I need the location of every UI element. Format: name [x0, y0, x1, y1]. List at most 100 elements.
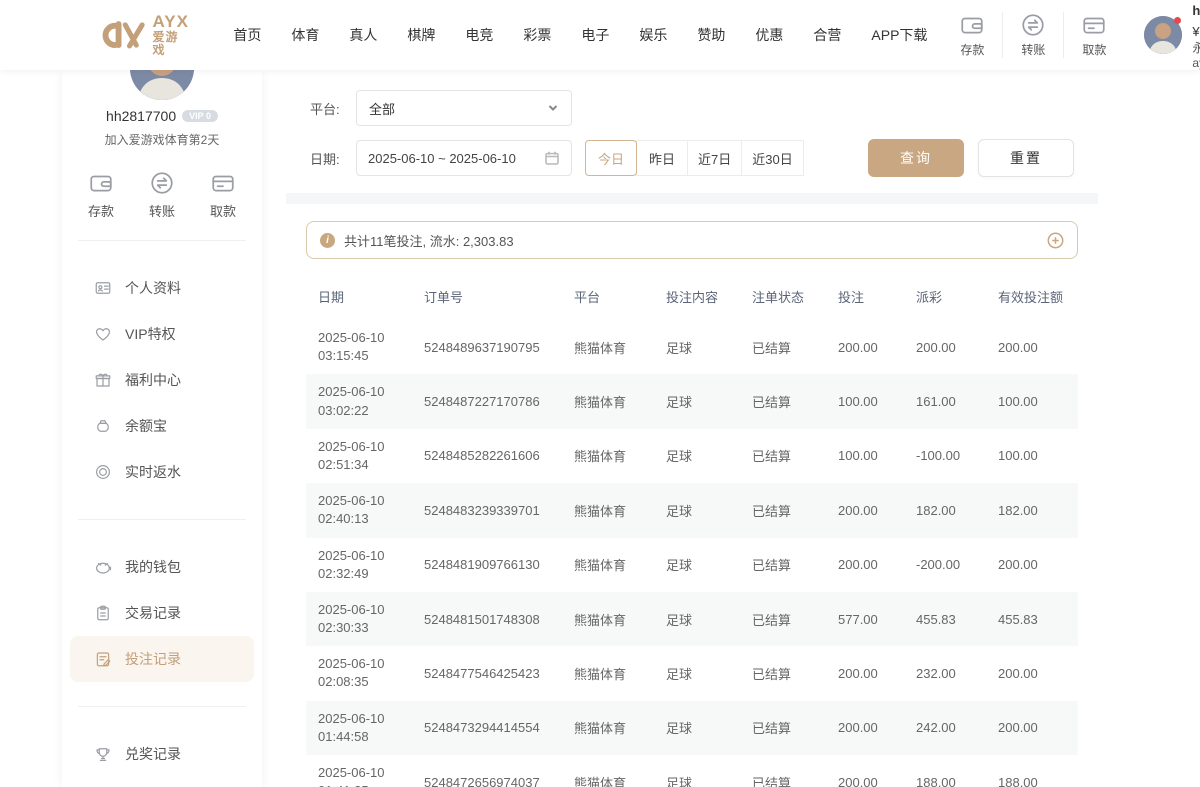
withdraw-action[interactable]: 取款	[210, 170, 236, 220]
platform-select[interactable]: 全部	[356, 90, 572, 126]
sidebar-item-vip[interactable]: VIP特权	[70, 311, 254, 357]
cell-status: 已结算	[740, 755, 826, 787]
sidebar-item-message[interactable]: 消息中心9	[70, 777, 254, 787]
cell-content: 足球	[654, 320, 740, 374]
table-row: 2025-06-1002:40:135248483239339701熊猫体育足球…	[306, 483, 1078, 537]
cell-bet: 200.00	[826, 646, 904, 700]
expand-icon[interactable]	[1047, 232, 1064, 249]
bet-record-icon	[94, 650, 112, 668]
column-header: 有效投注额	[986, 273, 1078, 320]
cell-payout: 455.83	[904, 592, 986, 646]
sidebar-item-transaction[interactable]: 交易记录	[70, 590, 254, 636]
quick-date-button[interactable]: 近30日	[741, 140, 803, 176]
transfer-icon	[149, 170, 175, 196]
cell-content: 足球	[654, 429, 740, 483]
withdraw-action[interactable]: 取款	[1063, 12, 1124, 58]
column-header: 投注内容	[654, 273, 740, 320]
action-label: 取款	[1082, 41, 1106, 58]
cell-date: 2025-06-1003:15:45	[306, 320, 412, 374]
nav-item[interactable]: 娱乐	[624, 25, 682, 45]
cell-platform: 熊猫体育	[562, 483, 654, 537]
cell-status: 已结算	[740, 429, 826, 483]
balance: ¥0.00	[1192, 24, 1200, 40]
sidebar-item-profile[interactable]: 个人资料	[70, 265, 254, 311]
reset-button[interactable]: 重置	[978, 139, 1074, 177]
table-row: 2025-06-1002:30:335248481501748308熊猫体育足球…	[306, 592, 1078, 646]
nav-item[interactable]: 优惠	[740, 25, 798, 45]
cell-status: 已结算	[740, 538, 826, 592]
nav-item[interactable]: APP下载	[856, 25, 942, 45]
cell-valid: 200.00	[986, 320, 1078, 374]
transfer-action[interactable]: 转账	[1002, 12, 1063, 58]
divider	[78, 706, 246, 707]
nav-item[interactable]: 彩票	[508, 25, 566, 45]
cell-status: 已结算	[740, 701, 826, 755]
brand-logo[interactable]: AYX 爱游戏	[95, 13, 190, 56]
summary-text: 共计11笔投注, 流水: 2,303.83	[344, 231, 514, 250]
quick-date-button[interactable]: 近7日	[687, 140, 742, 176]
sidebar-item-label: VIP特权	[125, 324, 176, 344]
column-header: 注单状态	[740, 273, 826, 320]
cell-payout: 188.00	[904, 755, 986, 787]
quick-date-button[interactable]: 昨日	[636, 140, 688, 176]
sidebar-item-label: 实时返水	[125, 462, 181, 482]
search-button[interactable]: 查询	[868, 139, 964, 177]
nav-item[interactable]: 体育	[276, 25, 334, 45]
sidebar-item-prize[interactable]: 兑奖记录	[70, 731, 254, 777]
cell-bet: 577.00	[826, 592, 904, 646]
deposit-action[interactable]: 存款	[88, 170, 114, 220]
nav-item[interactable]: 电竞	[450, 25, 508, 45]
table-row: 2025-06-1001:44:585248473294414554熊猫体育足球…	[306, 701, 1078, 755]
cell-bet: 100.00	[826, 374, 904, 428]
cell-bet: 200.00	[826, 755, 904, 787]
nav-item[interactable]: 电子	[566, 25, 624, 45]
cell-valid: 455.83	[986, 592, 1078, 646]
chevron-down-icon	[547, 102, 559, 114]
table-row: 2025-06-1003:02:225248487227170786熊猫体育足球…	[306, 374, 1078, 428]
notification-dot	[1174, 17, 1181, 24]
sidebar-item-welfare[interactable]: 福利中心	[70, 357, 254, 403]
date-range-input[interactable]: 2025-06-10 ~ 2025-06-10	[356, 140, 572, 176]
nav-item[interactable]: 真人	[334, 25, 392, 45]
sidebar-item-rebate[interactable]: 实时返水	[70, 449, 254, 495]
cell-valid: 200.00	[986, 646, 1078, 700]
cell-platform: 熊猫体育	[562, 374, 654, 428]
transfer-action[interactable]: 转账	[149, 170, 175, 220]
sidebar-vip-badge: VIP 0	[182, 110, 218, 122]
cell-platform: 熊猫体育	[562, 701, 654, 755]
cell-payout: -100.00	[904, 429, 986, 483]
sidebar-item-yuebao[interactable]: 余额宝	[70, 403, 254, 449]
sidebar-avatar[interactable]	[130, 70, 194, 100]
nav-item[interactable]: 赞助	[682, 25, 740, 45]
sidebar-item-label: 福利中心	[125, 370, 181, 390]
action-label: 存款	[88, 201, 114, 220]
column-header: 派彩	[904, 273, 986, 320]
nav-item[interactable]: 首页	[218, 25, 276, 45]
divider	[78, 519, 246, 520]
sidebar-menu-group: 我的钱包交易记录投注记录	[62, 540, 262, 686]
sidebar-item-label: 兑奖记录	[125, 744, 181, 764]
nav-item[interactable]: 合营	[798, 25, 856, 45]
table-row: 2025-06-1003:15:455248489637190795熊猫体育足球…	[306, 320, 1078, 374]
cell-content: 足球	[654, 701, 740, 755]
cell-valid: 182.00	[986, 483, 1078, 537]
user-avatar[interactable]	[1144, 16, 1182, 54]
nav-item[interactable]: 棋牌	[392, 25, 450, 45]
deposit-action[interactable]: 存款	[942, 12, 1002, 58]
sidebar-item-bet-record[interactable]: 投注记录	[70, 636, 254, 682]
cell-bet: 200.00	[826, 483, 904, 537]
main-nav: 首页体育真人棋牌电竞彩票电子娱乐赞助优惠合营APP下载	[218, 25, 942, 45]
cell-content: 足球	[654, 374, 740, 428]
brand-name-cn: 爱游戏	[153, 31, 191, 56]
permanent-url: 永久网址: ayx.com	[1192, 41, 1200, 71]
quick-date-button[interactable]: 今日	[585, 140, 637, 176]
cell-valid: 100.00	[986, 429, 1078, 483]
cell-platform: 熊猫体育	[562, 429, 654, 483]
withdraw-icon	[210, 170, 236, 196]
welfare-icon	[94, 371, 112, 389]
sidebar-item-my-wallet[interactable]: 我的钱包	[70, 544, 254, 590]
cell-order: 5248481909766130	[412, 538, 562, 592]
cell-order: 5248473294414554	[412, 701, 562, 755]
yuebao-icon	[94, 417, 112, 435]
cell-status: 已结算	[740, 592, 826, 646]
